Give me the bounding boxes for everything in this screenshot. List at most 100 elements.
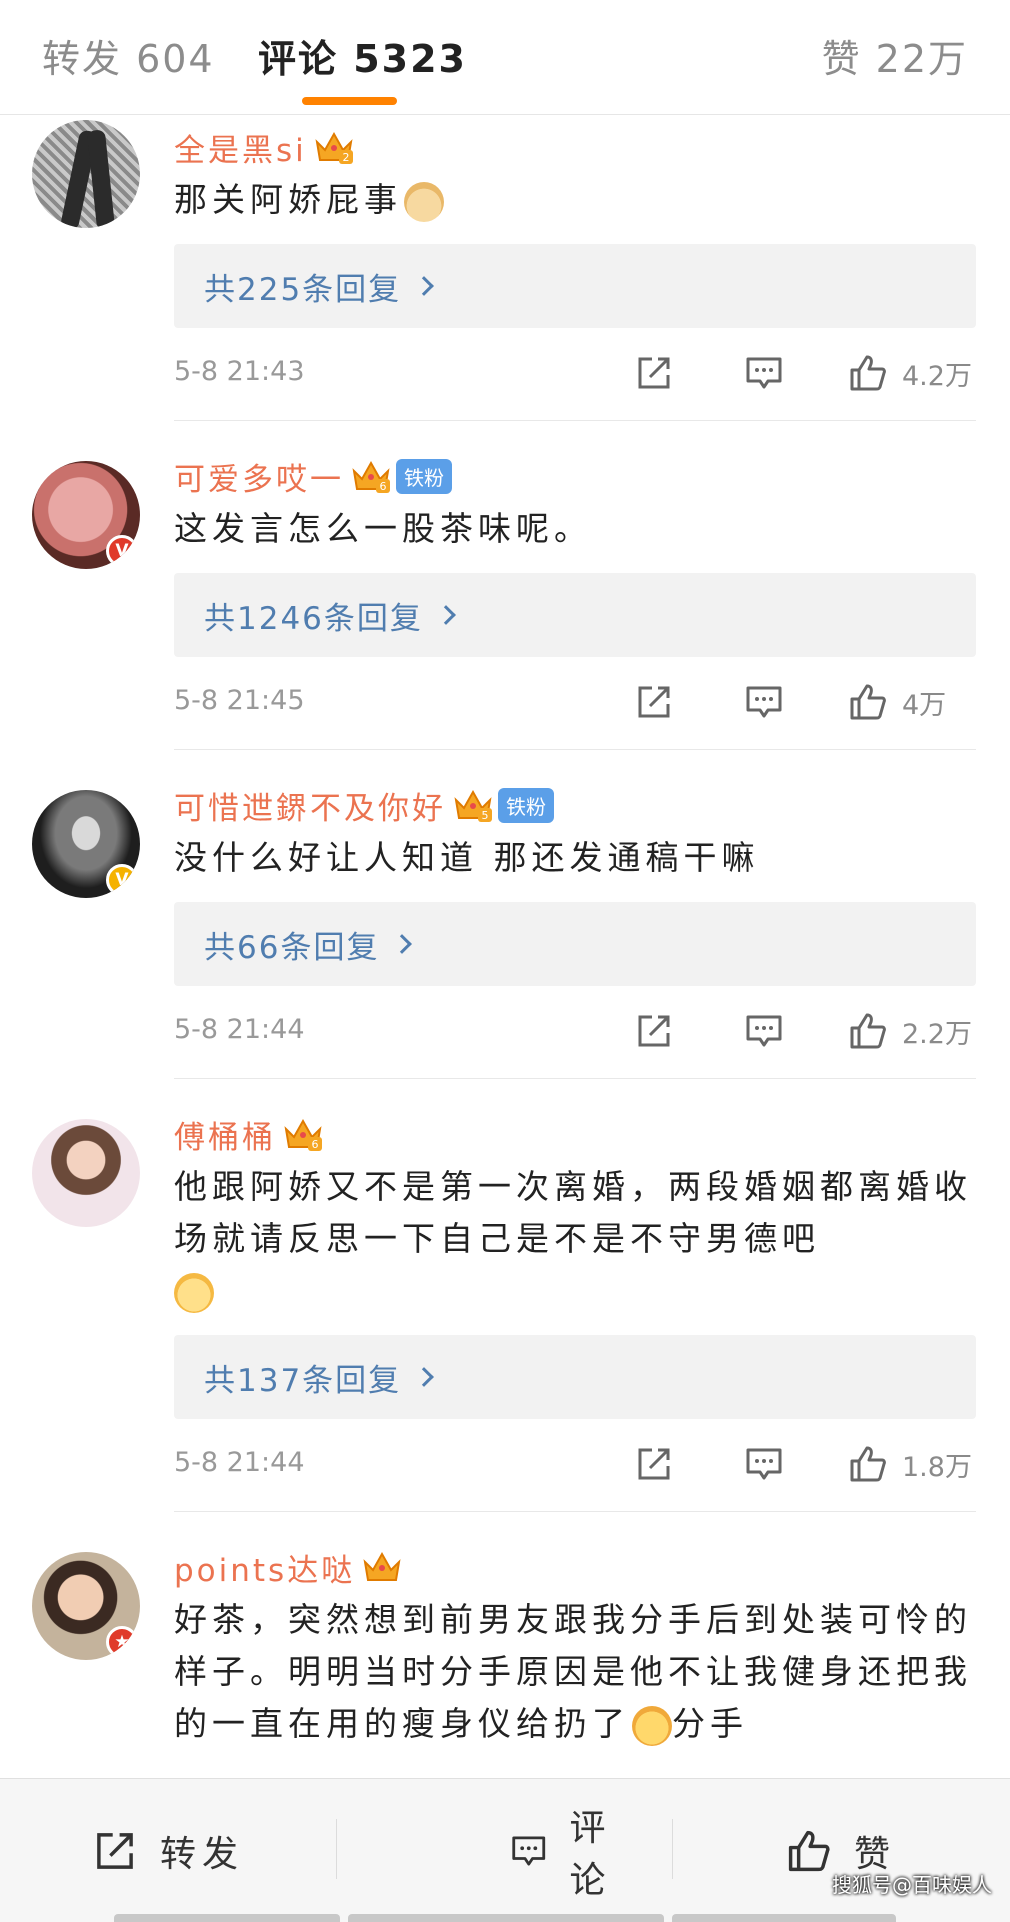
share-icon[interactable] — [634, 1011, 674, 1051]
crown-icon: 6 — [284, 1118, 322, 1151]
like-button[interactable]: 4.2万 — [848, 353, 976, 393]
comment-actions: 1.8万 — [564, 1439, 976, 1489]
home-indicator — [672, 1914, 896, 1922]
comment-body: 那关阿娇屁事 — [174, 180, 402, 219]
chevron-right-icon — [414, 1367, 435, 1387]
watermark: 搜狐号@百味娱人 — [832, 1873, 992, 1897]
comment-label: 评论 — [569, 1808, 612, 1901]
like-post-button[interactable]: 赞 — [672, 1779, 1010, 1922]
home-indicator — [114, 1914, 340, 1922]
replies-link[interactable]: 共66条回复 — [174, 902, 976, 986]
crown-icon — [363, 1551, 401, 1581]
avatar[interactable] — [32, 120, 140, 228]
like-button[interactable]: 2.2万 — [848, 1011, 976, 1051]
thumbs-up-icon — [850, 684, 886, 720]
comment-meta: 5-8 21:44 1.8万 — [174, 1419, 976, 1511]
comment-list[interactable]: 全是黑si 2 那关阿娇屁事 共225条回复 5-8 21:43 4.2万 V … — [0, 116, 1010, 1778]
replies-count: 共225条回复 — [204, 271, 402, 308]
fan-tag-badge: 铁粉 — [498, 787, 554, 823]
verified-badge: V — [106, 864, 138, 896]
like-button[interactable]: 4万 — [848, 682, 976, 722]
chevron-right-icon — [436, 605, 456, 625]
comment-actions: 4万 — [564, 677, 976, 727]
shy-emoji-icon — [174, 1272, 214, 1313]
home-indicator — [348, 1914, 664, 1922]
username[interactable]: 可惜迣鎅不及你好 — [174, 783, 446, 828]
crown-level: 2 — [342, 151, 349, 164]
avatar[interactable]: V — [32, 461, 140, 569]
comment-text: 没什么好让人知道 那还发通稿干嘛 — [174, 838, 760, 877]
comment-item: V 可惜迣鎅不及你好 5 铁粉 没什么好让人知道 那还发通稿干嘛 共66条回复 … — [0, 750, 1010, 1079]
username[interactable]: 傅桶桶 — [174, 1112, 276, 1157]
comment-text: 他跟阿娇又不是第一次离婚，两段婚姻都离婚收场就请反思一下自己是不是不守男德吧 — [174, 1161, 976, 1317]
share-icon[interactable] — [634, 682, 674, 722]
fan-tag-badge: 铁粉 — [396, 458, 452, 494]
comment-tabs: 转发 604 评论 5323 赞 22万 — [0, 0, 1010, 115]
comment-text: 好茶，突然想到前男友跟我分手后到处装可怜的样子。明明当时分手原因是他不让我健身还… — [174, 1594, 976, 1750]
avatar[interactable]: ★ — [32, 1552, 140, 1660]
comment-time: 5-8 21:44 — [174, 1447, 305, 1478]
thumbs-up-icon — [850, 355, 886, 391]
comment-time: 5-8 21:44 — [174, 1014, 305, 1045]
like-count: 4万 — [902, 689, 947, 721]
avatar[interactable]: V — [32, 790, 140, 898]
repost-button[interactable]: 转发 — [0, 1779, 336, 1922]
comment-text: 那关阿娇屁事 — [174, 174, 976, 226]
username[interactable]: points达哒 — [174, 1545, 355, 1590]
comment-button[interactable]: 评论 — [336, 1779, 672, 1922]
comment-body: 好茶，突然想到前男友跟我分手后到处装可怜的样子。明明当时分手原因是他不让我健身还… — [174, 1600, 972, 1743]
chevron-right-icon — [392, 934, 413, 954]
tab-reposts[interactable]: 转发 604 — [42, 28, 215, 83]
share-icon[interactable] — [634, 1444, 674, 1484]
comment-meta: 5-8 21:44 2.2万 — [174, 986, 976, 1078]
comment-body: 他跟阿娇又不是第一次离婚，两段婚姻都离婚收场就请反思一下自己是不是不守男德吧 — [174, 1167, 972, 1258]
avatar[interactable] — [32, 1119, 140, 1227]
crown-icon: 6 — [352, 460, 390, 493]
comment-item: 傅桶桶 6 他跟阿娇又不是第一次离婚，两段婚姻都离婚收场就请反思一下自己是不是不… — [0, 1079, 1010, 1512]
username[interactable]: 全是黑si — [174, 125, 307, 170]
crown-level: 6 — [380, 480, 387, 493]
crying-emoji-icon — [632, 1705, 672, 1746]
reply-icon[interactable] — [744, 682, 784, 722]
bottom-action-bar: 转发 评论 赞 搜狐号@百味娱人 — [0, 1778, 1010, 1922]
comment-item: V 可爱多哎一 6 铁粉 这发言怎么一股茶味呢。 共1246条回复 5-8 21… — [0, 421, 1010, 750]
thumbs-up-icon — [850, 1013, 886, 1049]
thumbs-up-icon — [850, 1446, 886, 1482]
comment-text: 这发言怎么一股茶味呢。 — [174, 509, 592, 548]
tab-comments[interactable]: 评论 5323 — [258, 28, 467, 83]
crown-icon: 2 — [315, 131, 353, 164]
thumbs-up-icon — [788, 1830, 830, 1872]
share-icon — [97, 1833, 133, 1869]
chevron-right-icon — [414, 276, 435, 296]
crown-icon: 5 — [454, 789, 492, 822]
comment-item: 全是黑si 2 那关阿娇屁事 共225条回复 5-8 21:43 4.2万 — [0, 120, 1010, 421]
reply-icon[interactable] — [744, 1011, 784, 1051]
replies-link[interactable]: 共1246条回复 — [174, 573, 976, 657]
comment-meta: 5-8 21:45 4万 — [174, 657, 976, 749]
replies-count: 共66条回复 — [204, 929, 380, 966]
reply-icon[interactable] — [744, 353, 784, 393]
comment-actions: 4.2万 — [564, 348, 976, 398]
like-count: 2.2万 — [902, 1018, 972, 1050]
reply-icon[interactable] — [744, 1444, 784, 1484]
verified-badge: V — [106, 535, 138, 567]
crown-level: 5 — [482, 809, 489, 822]
username[interactable]: 可爱多哎一 — [174, 454, 344, 499]
comment-body-tail: 分手 — [672, 1704, 748, 1743]
like-count: 1.8万 — [902, 1451, 972, 1483]
star-badge: ★ — [106, 1626, 138, 1658]
replies-count: 共137条回复 — [204, 1362, 402, 1399]
comment-icon — [512, 1836, 546, 1866]
share-icon[interactable] — [634, 353, 674, 393]
doge-emoji-icon — [404, 181, 444, 222]
replies-link[interactable]: 共137条回复 — [174, 1335, 976, 1419]
like-button[interactable]: 1.8万 — [848, 1444, 976, 1484]
replies-count: 共1246条回复 — [204, 600, 423, 637]
like-count: 4.2万 — [902, 360, 972, 392]
active-tab-indicator — [302, 97, 397, 105]
tab-likes[interactable]: 赞 22万 — [822, 28, 968, 83]
replies-link[interactable]: 共225条回复 — [174, 244, 976, 328]
comment-time: 5-8 21:43 — [174, 356, 305, 387]
comment-time: 5-8 21:45 — [174, 685, 305, 716]
comment-meta: 5-8 21:43 4.2万 — [174, 328, 976, 420]
